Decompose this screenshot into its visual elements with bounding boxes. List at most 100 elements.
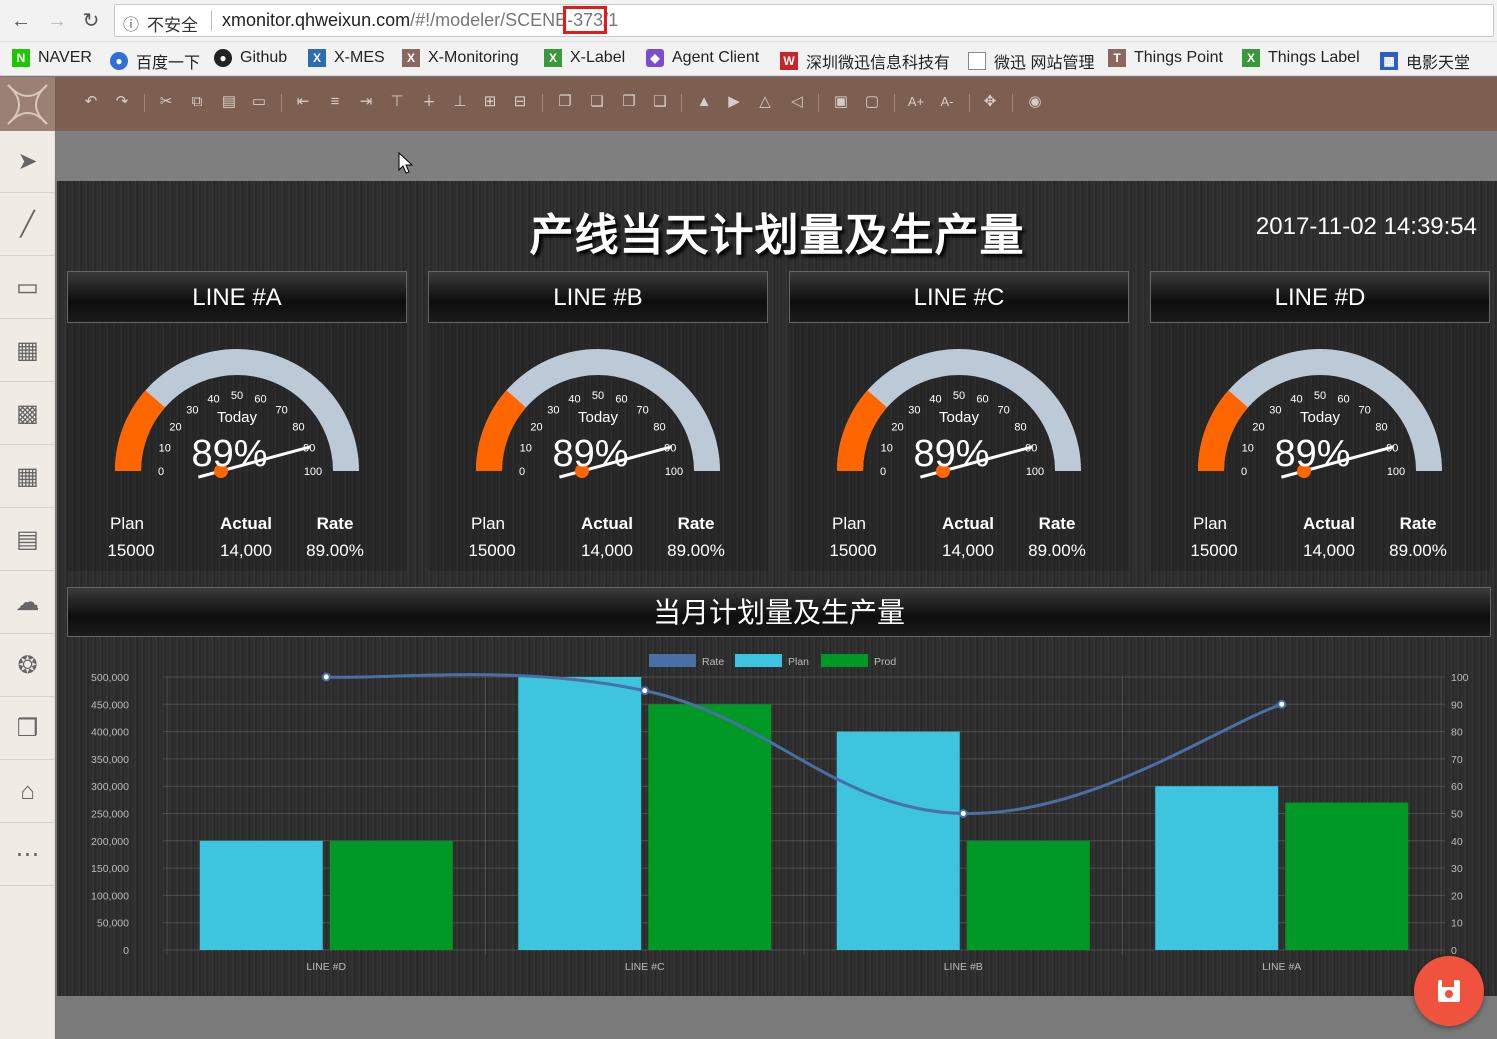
bookmark-label: X-Monitoring — [428, 49, 519, 66]
align-top-icon[interactable]: ⊤ — [388, 93, 406, 111]
distribute-vertical-icon[interactable]: ⊟ — [511, 93, 529, 111]
url-field[interactable]: ⓘ 不安全 xmonitor.qhweixun.com/#!/modeler/S… — [114, 4, 1494, 37]
toolbar-divider — [542, 94, 543, 112]
font-larger-icon[interactable]: A+ — [907, 93, 925, 111]
page-icon — [968, 52, 986, 70]
cube-icon[interactable]: ❒ — [0, 698, 55, 760]
bookmark-xmonitoring[interactable]: X X-Monitoring — [402, 49, 519, 67]
rate-value: 89.00% — [1028, 541, 1086, 560]
cloud-wifi-icon[interactable]: ☁ — [0, 572, 55, 634]
bring-front-icon[interactable]: ❐ — [556, 93, 574, 111]
bookmark-xmes[interactable]: X X-MES — [308, 49, 385, 67]
image-text-icon[interactable]: ▦ — [0, 320, 55, 382]
forward-icon[interactable]: → — [44, 8, 70, 34]
flip-horizontal-icon[interactable]: ▲ — [695, 93, 713, 111]
gauge-today-label: Today — [216, 409, 258, 426]
line-tool-icon[interactable]: ╱ — [0, 194, 55, 256]
dashboard-canvas[interactable]: 产线当天计划量及生产量 2017-11-02 14:39:54 LINE #A 0… — [57, 181, 1497, 996]
line-panel[interactable]: LINE #A0102030405060708090100Today89%Pla… — [67, 271, 407, 571]
line-panel[interactable]: LINE #D0102030405060708090100Today89%Pla… — [1150, 271, 1490, 571]
more-icon[interactable]: ⋯ — [0, 824, 55, 886]
ungroup-icon[interactable]: ▢ — [863, 93, 881, 111]
actual-value: 14,000 — [1303, 541, 1355, 560]
align-middle-icon[interactable]: ∔ — [420, 93, 438, 111]
shapes-icon[interactable]: ▭ — [0, 257, 55, 319]
line-panel[interactable]: LINE #C0102030405060708090100Today89%Pla… — [789, 271, 1129, 571]
save-button[interactable] — [1414, 956, 1484, 1026]
rotate-right-icon[interactable]: ◁ — [788, 93, 806, 111]
table-icon[interactable]: ▦ — [0, 446, 55, 508]
bookmark-xlabel[interactable]: X X-Label — [544, 49, 625, 67]
distribute-horizontal-icon[interactable]: ⊞ — [481, 93, 499, 111]
bookmark-agent-client[interactable]: ◆ Agent Client — [646, 49, 759, 67]
bookmark-shenzhen[interactable]: W 深圳微迅信息科技有 — [780, 49, 950, 73]
line-panel[interactable]: LINE #B0102030405060708090100Today89%Pla… — [428, 271, 768, 571]
github-icon: ● — [214, 49, 232, 67]
preview-eye-icon[interactable]: ◉ — [1026, 93, 1044, 111]
app-logo — [0, 77, 55, 132]
legend-label: Rate — [702, 656, 724, 668]
gauge-tick-label: 40 — [568, 394, 580, 406]
gauge-tick-label: 50 — [592, 390, 604, 402]
copy-icon[interactable]: ⧉ — [188, 93, 206, 111]
bookmark-github[interactable]: ● Github — [214, 49, 287, 67]
y2-tick-label: 70 — [1451, 754, 1463, 766]
gauge-tick-label: 50 — [953, 390, 965, 402]
bookmark-naver[interactable]: N NAVER — [12, 49, 92, 67]
bookmark-movies[interactable]: ▦ 电影天堂 — [1380, 49, 1470, 73]
bookmark-site-admin[interactable]: 微迅 网站管理 — [968, 49, 1094, 73]
bookmark-label: X-MES — [334, 49, 385, 66]
font-smaller-icon[interactable]: A- — [938, 93, 956, 111]
gauge-percent: 89% — [913, 433, 990, 475]
delete-icon[interactable]: ▭ — [250, 93, 268, 111]
cut-icon[interactable]: ✂ — [157, 93, 175, 111]
gauge-tick-label: 40 — [207, 394, 219, 406]
url-divider — [211, 11, 212, 31]
undo-icon[interactable]: ↶ — [82, 93, 100, 111]
legend-swatch — [821, 654, 868, 667]
x-tick-label: LINE #A — [1262, 961, 1301, 973]
pointer-add-icon[interactable]: ➤ — [0, 131, 55, 193]
align-left-icon[interactable]: ⇤ — [294, 93, 312, 111]
bring-forward-icon[interactable]: ❒ — [620, 93, 638, 111]
rate-value: 89.00% — [667, 541, 725, 560]
bookmark-label: 百度一下 — [136, 55, 201, 72]
y-tick-label: 250,000 — [91, 809, 129, 821]
bookmark-things-label[interactable]: X Things Label — [1242, 49, 1360, 67]
url-text[interactable]: xmonitor.qhweixun.com/#!/modeler/SCENE-3… — [222, 6, 618, 34]
toolbar-divider — [681, 94, 682, 112]
gauge-today-label: Today — [577, 409, 619, 426]
network-icon[interactable]: ❂ — [0, 635, 55, 697]
bookmark-baidu[interactable]: ● 百度一下 — [110, 49, 200, 73]
plan-value: 15000 — [107, 541, 155, 560]
plan-bar — [836, 731, 960, 950]
y-tick-label: 300,000 — [91, 781, 129, 793]
url-host: xmonitor.qhweixun.com — [222, 10, 411, 30]
group-icon[interactable]: ▣ — [832, 93, 850, 111]
chart-icon[interactable]: ▩ — [0, 383, 55, 445]
flip-vertical-icon[interactable]: ▶ — [725, 93, 743, 111]
align-right-icon[interactable]: ⇥ — [357, 93, 375, 111]
rotate-left-icon[interactable]: △ — [756, 93, 774, 111]
reload-icon[interactable]: ↻ — [78, 8, 104, 34]
container-icon[interactable]: ▤ — [0, 509, 55, 571]
warehouse-icon[interactable]: ⌂ — [0, 761, 55, 823]
bookmark-label: NAVER — [38, 49, 92, 66]
bookmark-things-point[interactable]: T Things Point — [1108, 49, 1223, 67]
bookmark-label: 电影天堂 — [1406, 55, 1471, 72]
bookmark-label: Github — [240, 49, 288, 66]
toolbar-divider — [894, 94, 895, 112]
align-bottom-icon[interactable]: ⊥ — [451, 93, 469, 111]
redo-icon[interactable]: ↷ — [113, 93, 131, 111]
back-icon[interactable]: ← — [8, 8, 34, 34]
send-back-icon[interactable]: ❏ — [588, 93, 606, 111]
align-center-icon[interactable]: ≡ — [326, 93, 344, 111]
info-icon[interactable]: ⓘ — [123, 11, 139, 35]
paste-icon[interactable]: ▤ — [220, 93, 238, 111]
bookmark-label: 微迅 网站管理 — [994, 55, 1095, 72]
x-tick-label: LINE #C — [625, 961, 665, 973]
send-backward-icon[interactable]: ❑ — [651, 93, 669, 111]
move-icon[interactable]: ✥ — [981, 93, 999, 111]
prod-bar — [648, 704, 772, 950]
movie-icon: ▦ — [1380, 52, 1398, 70]
